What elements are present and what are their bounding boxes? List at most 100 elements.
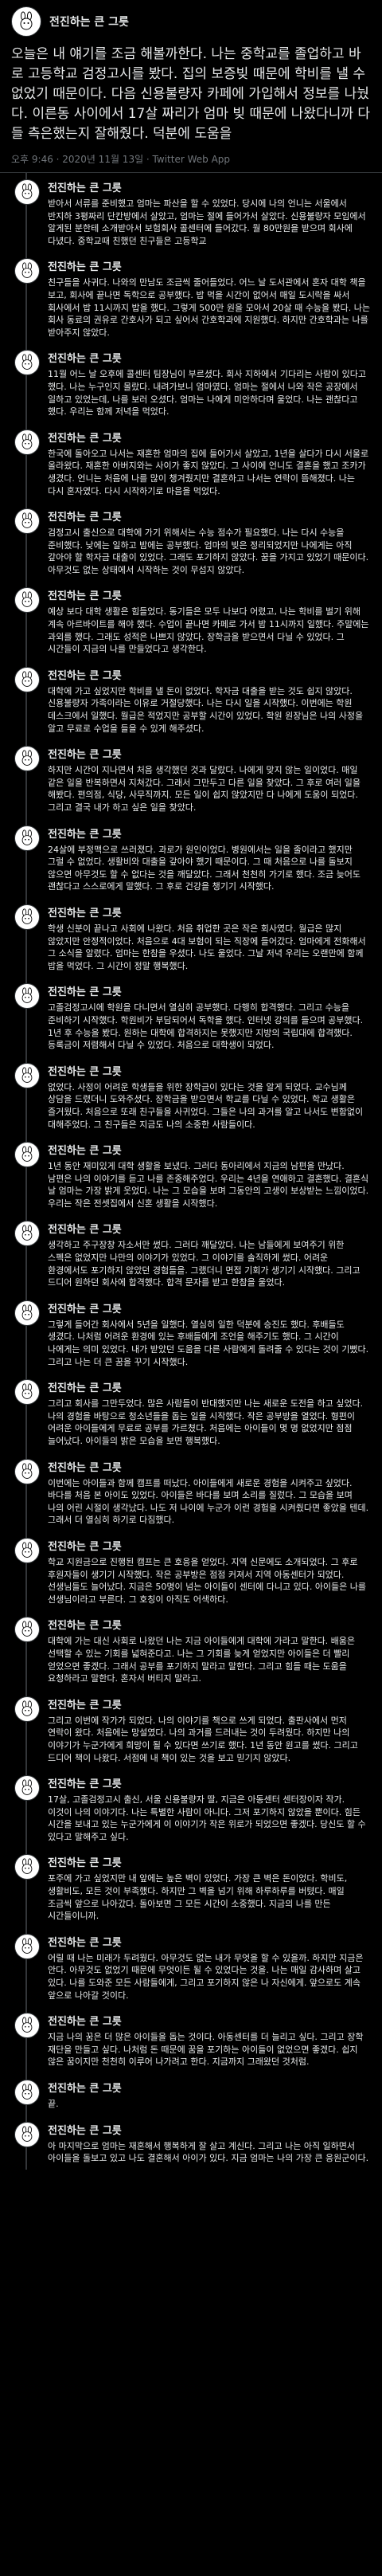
author-name[interactable]: 전진하는 큰 그릇 <box>48 508 122 523</box>
reply-tweet[interactable]: 전진하는 큰 그릇 이번에는 아이들과 함께 캠프를 떠났다. 아이들에게 새로운… <box>0 1452 382 1531</box>
reply-body: 전진하는 큰 그릇 11월 어느 날 오후에 콜센터 팀장님이 부르셨다. 회사 … <box>43 343 371 422</box>
reply-tweet[interactable]: 전진하는 큰 그릇 대학에 가는 대신 사회로 나왔던 나는 지금 아이들에게 대… <box>0 1610 382 1690</box>
author-name[interactable]: 전진하는 큰 그릇 <box>48 1775 122 1790</box>
avatar[interactable] <box>14 1062 40 1088</box>
thread-rail <box>11 422 43 503</box>
avatar[interactable] <box>14 1854 40 1880</box>
reply-text: 그리고 회사를 그만두었다. 많은 사람들이 반대했지만 나는 새로운 도전을 … <box>48 1398 364 1446</box>
author-name[interactable]: 전진하는 큰 그릇 <box>48 983 122 998</box>
avatar[interactable] <box>14 350 40 376</box>
reply-tweet[interactable]: 전진하는 큰 그릇 예상 보다 대학 생활은 힘들었다. 동기들은 모두 나보다 … <box>0 581 382 661</box>
avatar[interactable] <box>14 1458 40 1484</box>
avatar[interactable] <box>14 587 40 614</box>
avatar[interactable] <box>14 2080 40 2105</box>
avatar[interactable] <box>14 825 40 851</box>
reply-tweet[interactable]: 전진하는 큰 그릇 없었다. 사정이 어려운 학생들을 위한 장학금이 있다는 것… <box>0 1056 382 1136</box>
avatar[interactable] <box>14 2013 40 2039</box>
reply-header: 전진하는 큰 그릇 <box>48 1221 371 1236</box>
avatar[interactable] <box>14 1221 40 1247</box>
author-name[interactable]: 전진하는 큰 그릇 <box>48 825 122 841</box>
avatar[interactable] <box>14 746 40 772</box>
avatar[interactable] <box>14 508 40 535</box>
rabbit-icon <box>21 1621 33 1637</box>
author-name[interactable]: 전진하는 큰 그릇 <box>48 1063 122 1078</box>
reply-tweet[interactable]: 전진하는 큰 그릇 그렇게 들어간 회사에서 5년을 일했다. 열심히 일한 덕분… <box>0 1293 382 1374</box>
author-name[interactable]: 전진하는 큰 그릇 <box>49 14 129 29</box>
author-name[interactable]: 전진하는 큰 그릇 <box>48 2013 122 2028</box>
author-name[interactable]: 전진하는 큰 그릇 <box>48 1696 122 1711</box>
author-name[interactable]: 전진하는 큰 그릇 <box>48 258 122 273</box>
author-name[interactable]: 전진하는 큰 그릇 <box>48 1538 122 1553</box>
rabbit-icon <box>21 2126 33 2142</box>
avatar[interactable] <box>14 1300 40 1326</box>
reply-tweet[interactable]: 전진하는 큰 그릇 24살에 부정맥으로 쓰러졌다. 과로가 원인이었다. 병원에… <box>0 818 382 898</box>
avatar[interactable] <box>14 1933 40 1959</box>
avatar[interactable] <box>14 258 40 284</box>
avatar[interactable] <box>14 983 40 1010</box>
rabbit-icon <box>21 987 33 1004</box>
reply-body: 전진하는 큰 그릇 어릴 때 나는 미래가 두려웠다. 아무것도 없는 내가 무엇… <box>43 1927 371 2006</box>
thread-rail <box>11 2073 43 2115</box>
author-name[interactable]: 전진하는 큰 그릇 <box>48 746 122 761</box>
reply-tweet[interactable]: 전진하는 큰 그릇 17살, 고졸검정고시 출신, 서울 신용불량자 딸, 지금은… <box>0 1769 382 1849</box>
author-name[interactable]: 전진하는 큰 그릇 <box>48 1221 122 1236</box>
reply-tweet[interactable]: 전진하는 큰 그릇 친구들을 사귀다. 나와의 만남도 조금씩 줄어들었다. 어느… <box>0 252 382 344</box>
reply-body: 전진하는 큰 그릇 고졸검정고시에 학원을 다니면서 열심히 공부했다. 다행히 … <box>43 977 371 1056</box>
thread-rail <box>11 818 43 898</box>
author-name[interactable]: 전진하는 큰 그릇 <box>48 429 122 445</box>
avatar[interactable] <box>11 6 41 37</box>
reply-tweet[interactable]: 전진하는 큰 그릇 학생 신분이 끝나고 사회에 나왔다. 처음 취업한 곳은 작… <box>0 897 382 978</box>
rabbit-icon <box>21 183 33 199</box>
author-name[interactable]: 전진하는 큰 그릇 <box>48 2122 122 2137</box>
avatar[interactable] <box>14 904 40 930</box>
avatar[interactable] <box>14 1696 40 1722</box>
reply-tweet[interactable]: 전진하는 큰 그릇 받아서 서류를 준비했고 엄마는 파산을 할 수 있었다. 당… <box>0 173 382 253</box>
author-name[interactable]: 전진하는 큰 그릇 <box>48 179 122 194</box>
reply-tweet[interactable]: 전진하는 큰 그릇 생각하고 주구장창 자소서만 썼다. 그러다 깨달았다. 나는… <box>0 1214 382 1294</box>
thread-rail <box>11 252 43 344</box>
thread-rail <box>11 2006 43 2073</box>
avatar[interactable] <box>14 2121 40 2147</box>
reply-header: 전진하는 큰 그릇 <box>48 1696 371 1711</box>
avatar[interactable] <box>14 429 40 455</box>
author-name[interactable]: 전진하는 큰 그릇 <box>48 1300 122 1315</box>
avatar[interactable] <box>14 1537 40 1563</box>
reply-tweet[interactable]: 전진하는 큰 그릇 학교 지원금으로 진행된 캠프는 큰 호응을 얻었다. 지역 … <box>0 1531 382 1611</box>
avatar[interactable] <box>14 1617 40 1643</box>
reply-tweet[interactable]: 전진하는 큰 그릇 1년 동안 재미있게 대학 생활을 보냈다. 그러다 동아리에… <box>0 1135 382 1215</box>
reply-tweet[interactable]: 전진하는 큰 그릇 아 마지막으로 엄마는 재혼해서 행복하게 잘 살고 계신다.… <box>0 2115 382 2170</box>
reply-tweet[interactable]: 전진하는 큰 그릇 대학에 가고 싶었지만 학비를 낼 돈이 없었다. 학자금 대… <box>0 660 382 740</box>
reply-tweet[interactable]: 전진하는 큰 그릇 하지만 시간이 지나면서 처음 생각했던 것과 달랐다. 나에… <box>0 739 382 819</box>
rabbit-icon <box>21 512 33 528</box>
author-name[interactable]: 전진하는 큰 그릇 <box>48 1617 122 1632</box>
reply-body: 전진하는 큰 그릇 하지만 시간이 지나면서 처음 생각했던 것과 달랐다. 나에… <box>43 739 371 818</box>
avatar[interactable] <box>14 1142 40 1168</box>
reply-tweet[interactable]: 전진하는 큰 그릇그리고 회사를 그만두었다. 많은 사람들이 반대했지만 나는… <box>0 1373 382 1453</box>
author-name[interactable]: 전진하는 큰 그릇 <box>48 667 122 682</box>
author-name[interactable]: 전진하는 큰 그릇 <box>48 904 122 919</box>
reply-tweet[interactable]: 전진하는 큰 그릇 지금 나의 꿈은 더 많은 아이들을 돕는 것이다. 아동센터… <box>0 2006 382 2073</box>
reply-tweet[interactable]: 전진하는 큰 그릇 한국에 돌아오고 나서는 재혼한 엄마의 집에 들어가서 살았… <box>0 422 382 503</box>
reply-tweet[interactable]: 전진하는 큰 그릇 11월 어느 날 오후에 콜센터 팀장님이 부르셨다. 회사 … <box>0 343 382 423</box>
reply-tweet[interactable]: 전진하는 큰 그릇 고졸검정고시에 학원을 다니면서 열심히 공부했다. 다행히 … <box>0 977 382 1057</box>
author-name[interactable]: 전진하는 큰 그릇 <box>48 350 122 365</box>
avatar[interactable] <box>14 666 40 692</box>
avatar[interactable] <box>14 1379 40 1406</box>
author-name[interactable]: 전진하는 큰 그릇 <box>48 1854 122 1869</box>
reply-tweet[interactable]: 전진하는 큰 그릇 그리고 이번에 작가가 되었다. 나의 이야기를 책으로 쓰게… <box>0 1689 382 1770</box>
reply-tweet[interactable]: 전진하는 큰 그릇 포주에 가고 싶었지만 내 앞에는 높은 벽이 있었다. 가장… <box>0 1848 382 1927</box>
author-name[interactable]: 전진하는 큰 그릇 <box>48 1379 122 1394</box>
reply-tweet[interactable]: 전진하는 큰 그릇 검정고시 출신으로 대학에 가기 위해서는 수능 점수가 필요… <box>0 502 382 582</box>
tweet-meta[interactable]: 오후 9:46 · 2020년 11월 13일 · Twitter Web Ap… <box>0 149 382 173</box>
rabbit-icon <box>20 11 33 30</box>
author-name[interactable]: 전진하는 큰 그릇 <box>48 2080 122 2095</box>
author-name[interactable]: 전진하는 큰 그릇 <box>48 587 122 602</box>
reply-tweet[interactable]: 전진하는 큰 그릇 끝. <box>0 2073 382 2115</box>
avatar[interactable] <box>14 179 40 205</box>
author-name[interactable]: 전진하는 큰 그릇 <box>48 1934 122 1949</box>
reply-body: 전진하는 큰 그릇그리고 회사를 그만두었다. 많은 사람들이 반대했지만 나는… <box>43 1373 371 1452</box>
avatar[interactable] <box>14 1775 40 1802</box>
reply-tweet[interactable]: 전진하는 큰 그릇 어릴 때 나는 미래가 두려웠다. 아무것도 없는 내가 무엇… <box>0 1927 382 2007</box>
author-name[interactable]: 전진하는 큰 그릇 <box>48 1459 122 1474</box>
author-name[interactable]: 전진하는 큰 그릇 <box>48 1142 122 1157</box>
